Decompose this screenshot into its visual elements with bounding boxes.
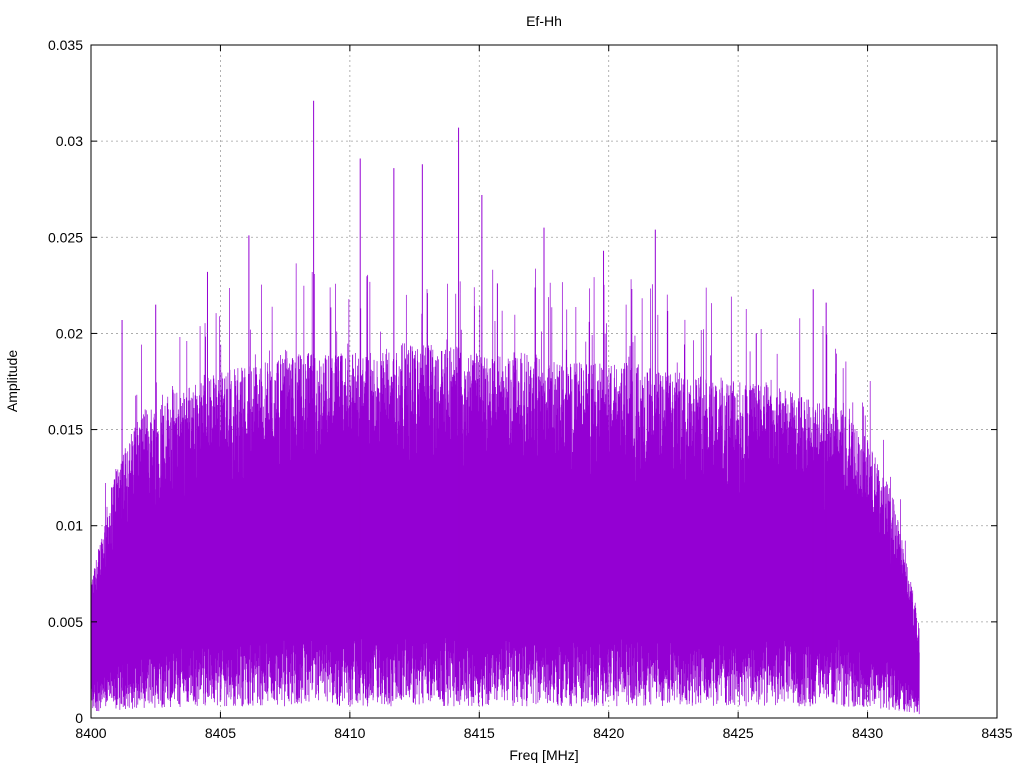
x-axis-label: Freq [MHz] xyxy=(509,747,578,763)
y-tick-label: 0.02 xyxy=(56,325,83,341)
y-tick-label: 0.005 xyxy=(48,614,83,630)
x-tick-label: 8400 xyxy=(75,725,106,741)
y-tick-label: 0.01 xyxy=(56,518,83,534)
x-tick-label: 8415 xyxy=(464,725,495,741)
series-line xyxy=(90,263,920,715)
series-amplitude xyxy=(90,100,920,715)
y-tick-label: 0.035 xyxy=(48,37,83,53)
y-axis-label: Amplitude xyxy=(4,350,20,412)
x-tick-label: 8425 xyxy=(723,725,754,741)
x-tick-label: 8430 xyxy=(852,725,883,741)
x-tick-label: 8435 xyxy=(981,725,1012,741)
x-tick-label: 8405 xyxy=(205,725,236,741)
x-tick-label: 8410 xyxy=(334,725,365,741)
y-tick-label: 0.015 xyxy=(48,422,83,438)
chart-title: Ef-Hh xyxy=(526,13,562,29)
y-tick-label: 0 xyxy=(75,710,83,726)
y-tick-label: 0.025 xyxy=(48,229,83,245)
chart-svg: 8400 8405 8410 8415 8420 8425 8430 8435 0 0.005 0.… xyxy=(4,13,1013,763)
y-tick-label: 0.03 xyxy=(56,133,83,149)
x-tick-label: 8420 xyxy=(593,725,624,741)
